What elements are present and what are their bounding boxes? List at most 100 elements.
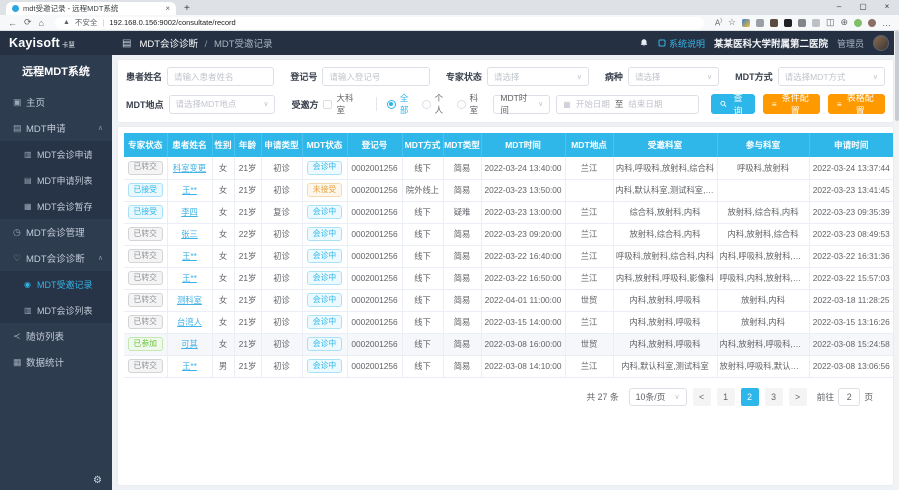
patient-name-link[interactable]: 王** <box>182 361 197 371</box>
radio-person[interactable]: 个人 <box>422 92 457 116</box>
main-content: 患者姓名 登记号 专家状态 请选择∨ 病种 请选择∨ MDT方式 请选 <box>112 55 899 490</box>
refresh-icon[interactable]: ⟳ <box>24 17 32 28</box>
sidebar-item-MDT会诊诊断[interactable]: ♡MDT会诊诊断∧ <box>0 245 112 271</box>
page-button-3[interactable]: 3 <box>765 388 783 406</box>
new-tab-button[interactable]: + <box>184 2 190 15</box>
tab-close-icon[interactable]: × <box>165 4 170 13</box>
split-screen-icon[interactable]: ◫ <box>826 17 835 28</box>
home-icon[interactable]: ⌂ <box>39 18 44 28</box>
patient-name-link[interactable]: 王** <box>182 251 197 261</box>
extension-icon[interactable] <box>784 19 792 27</box>
radio-dept[interactable]: 科室 <box>457 92 492 116</box>
extension-icon[interactable] <box>756 19 764 27</box>
extension-icon[interactable] <box>770 19 778 27</box>
patient-name-link[interactable]: 王** <box>182 273 197 283</box>
patient-name-link[interactable]: 李四 <box>181 207 198 217</box>
sidebar-item-MDT会诊管理[interactable]: ◷MDT会诊管理 <box>0 219 112 245</box>
cell-mdt_location: 兰江 <box>565 201 613 223</box>
table-row[interactable]: 已转交王**女21岁初诊会诊中0002001256线下简易2022-03-22 … <box>124 245 893 267</box>
user-avatar[interactable] <box>873 35 889 51</box>
table-row[interactable]: 已参加可其女21岁初诊会诊中0002001256线下简易2022-03-08 1… <box>124 333 893 355</box>
more-menu-icon[interactable]: … <box>882 18 891 28</box>
breadcrumb-separator: / <box>205 39 208 50</box>
sidebar-item-MDT申请[interactable]: ▤MDT申请∧ <box>0 115 112 141</box>
table-row[interactable]: 已转交测科室女21岁初诊会诊中0002001256线下简易2022-04-01 … <box>124 289 893 311</box>
status-badge: 会诊中 <box>307 359 342 373</box>
sidebar-item-数据统计[interactable]: ▦数据统计 <box>0 349 112 375</box>
cell-invited_depts: 内科,默认科室,测试科室 <box>613 355 717 377</box>
cell-age: 21岁 <box>234 245 261 267</box>
sidebar-item-随访列表[interactable]: ≺随访列表 <box>0 323 112 349</box>
mdt-mode-select[interactable]: 请选择MDT方式∨ <box>778 67 885 86</box>
sidebar-item-MDT申请列表[interactable]: ▤MDT申请列表 <box>0 167 112 193</box>
cell-register_no: 0002001256 <box>347 355 402 377</box>
patient-name-link[interactable]: 台湾人 <box>177 317 202 327</box>
sidebar-item-MDT会诊列表[interactable]: ▥MDT会诊列表 <box>0 297 112 323</box>
patient-name-link[interactable]: 测科室 <box>177 295 202 305</box>
settings-gear-icon[interactable]: ⚙ <box>93 475 102 486</box>
time-type-select[interactable]: MDT时间∨ <box>493 95 550 114</box>
window-minimize-button[interactable]: – <box>827 0 851 15</box>
window-maximize-button[interactable]: ▢ <box>851 0 875 15</box>
window-close-button[interactable]: × <box>875 0 899 15</box>
read-aloud-icon[interactable]: A) <box>715 18 722 28</box>
patient-name-link[interactable]: 可其 <box>181 339 198 349</box>
extension-icon[interactable] <box>812 19 820 27</box>
goto-page-input[interactable]: 2 <box>838 388 860 406</box>
patient-name-link[interactable]: 张三 <box>181 229 198 239</box>
browser-scrollbar[interactable] <box>894 31 899 490</box>
patient-name-link[interactable]: 科室变更 <box>173 163 206 173</box>
menu-fold-icon[interactable]: ▤ <box>122 38 131 49</box>
cell-register_no: 0002001256 <box>347 245 402 267</box>
table-row[interactable]: 已转交科室变更女21岁初诊会诊中0002001256线下简易2022-03-24… <box>124 157 893 179</box>
patient-name-input[interactable] <box>167 67 274 86</box>
sidebar-item-MDT受邀记录[interactable]: ◉MDT受邀记录 <box>0 271 112 297</box>
status-badge: 已转交 <box>128 359 163 373</box>
prev-page-button[interactable]: < <box>693 388 711 406</box>
radio-all[interactable]: 全部 <box>387 92 422 116</box>
patient-name-link[interactable]: 王** <box>182 185 197 195</box>
extension-icon[interactable] <box>742 19 750 27</box>
page-size-select[interactable]: 10条/页 ∨ <box>629 388 687 406</box>
favorite-star-icon[interactable]: ☆ <box>728 17 736 28</box>
back-icon[interactable]: ← <box>8 18 17 28</box>
mdt-location-select[interactable]: 请选择MDT地点∨ <box>169 95 276 114</box>
table-row[interactable]: 已转交张三女22岁初诊会诊中0002001256线下简易2022-03-23 0… <box>124 223 893 245</box>
chevron-down-icon: ∨ <box>538 100 543 108</box>
sidebar-item-MDT会诊申请[interactable]: ▥MDT会诊申请 <box>0 141 112 167</box>
profile-icon[interactable] <box>868 19 876 27</box>
browser-tab[interactable]: mdt受邀记录 - 远程MDT系统 × <box>6 2 176 15</box>
cell-age: 21岁 <box>234 333 261 355</box>
cell-age: 21岁 <box>234 157 261 179</box>
next-page-button[interactable]: > <box>789 388 807 406</box>
expert-status-select[interactable]: 请选择∨ <box>487 67 589 86</box>
notification-bell-icon[interactable] <box>639 38 649 48</box>
page-button-2[interactable]: 2 <box>741 388 759 406</box>
system-help-link[interactable]: 系统说明 <box>658 37 705 50</box>
disease-select[interactable]: 请选择∨ <box>628 67 719 86</box>
table-row[interactable]: 已接受王**女21岁初诊未接受0002001256院外线上简易2022-03-2… <box>124 179 893 201</box>
register-no-label: 登记号 <box>290 70 317 83</box>
extension-icon[interactable] <box>798 19 806 27</box>
page-button-1[interactable]: 1 <box>717 388 735 406</box>
chevron-down-icon: ∨ <box>577 73 582 81</box>
cell-mdt_status: 未接受 <box>302 179 347 201</box>
table-row[interactable]: 已转交台湾人女21岁初诊会诊中0002001256线下简易2022-03-15 … <box>124 311 893 333</box>
sidebar-item-主页[interactable]: ▣主页 <box>0 89 112 115</box>
table-row[interactable]: 已转交王**男21岁初诊会诊中0002001256线下简易2022-03-08 … <box>124 355 893 377</box>
collections-icon[interactable]: ⊕ <box>840 17 848 28</box>
search-button[interactable]: 查询 <box>711 94 755 114</box>
condition-config-button[interactable]: ≡ 条件配置 <box>763 94 820 114</box>
browser-essentials-icon[interactable] <box>854 19 862 27</box>
chevron-up-icon: ∧ <box>98 124 103 132</box>
table-row[interactable]: 已转交王**女21岁初诊会诊中0002001256线下简易2022-03-22 … <box>124 267 893 289</box>
register-no-input[interactable] <box>322 67 429 86</box>
table-config-button[interactable]: ≡ 表格配置 <box>828 94 885 114</box>
big-dept-checkbox[interactable]: 大科室 <box>323 92 365 116</box>
cell-mdt_status: 会诊中 <box>302 355 347 377</box>
table-row[interactable]: 已接受李四女21岁复诊会诊中0002001256线下疑难2022-03-23 1… <box>124 201 893 223</box>
goto-suffix: 页 <box>864 390 873 403</box>
address-bar[interactable]: ▲ 不安全 | 192.168.0.156:9002/consultate/re… <box>55 17 704 29</box>
date-range-picker[interactable]: ▦ 开始日期 至 结束日期 <box>556 95 699 114</box>
sidebar-item-MDT会诊暂存[interactable]: ▦MDT会诊暂存 <box>0 193 112 219</box>
